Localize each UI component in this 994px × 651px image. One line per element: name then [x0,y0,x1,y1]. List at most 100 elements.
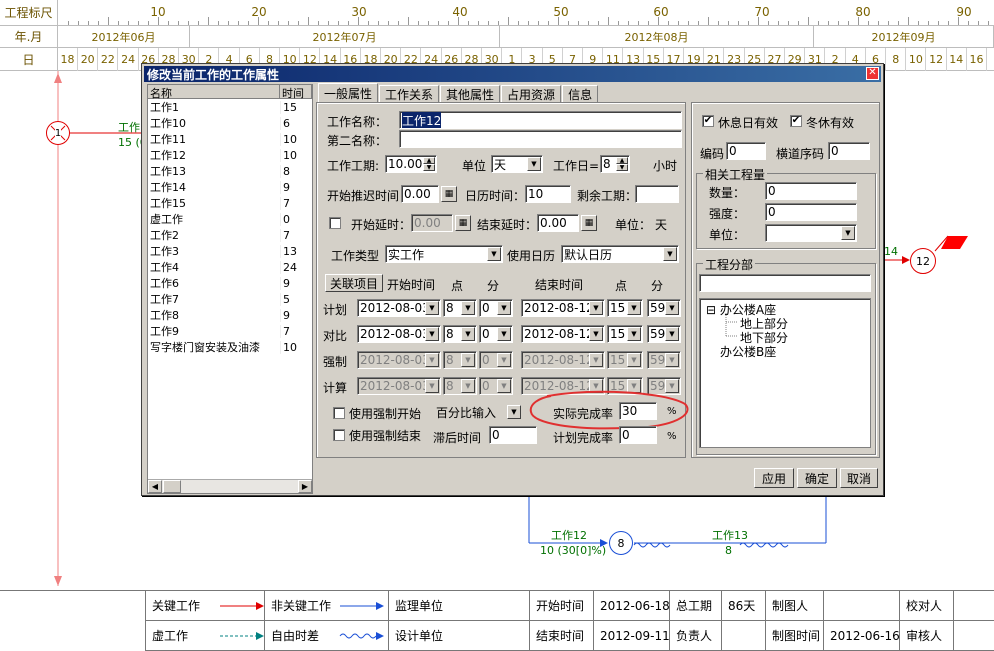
chevron-down-icon[interactable]: ▼ [425,301,439,315]
plan-rate-input[interactable]: 0 [619,426,657,444]
chevron-down-icon[interactable]: ▼ [663,247,677,261]
task-row[interactable]: 工作11 10 [148,131,312,147]
duration-spinner[interactable]: ▲ ▼ [423,157,435,171]
task-row[interactable]: 工作4 24 [148,259,312,275]
dialog-titlebar[interactable]: 修改当前工作的工作属性 ✕ [144,66,881,82]
chevron-down-icon[interactable]: ▼ [507,405,521,419]
end-date-select[interactable]: 2012-08-12 ▼ [521,299,605,317]
chevron-down-icon[interactable]: ▼ [487,247,501,261]
chevron-down-icon[interactable]: ▼ [589,301,603,315]
task-row[interactable]: 工作14 9 [148,179,312,195]
close-button[interactable]: ✕ [866,67,879,80]
qty-input[interactable]: 0 [765,182,857,200]
task-row[interactable]: 写字楼门窗安装及油漆 10 [148,339,312,355]
start-date-select[interactable]: 2012-08-03 ▼ [357,351,441,369]
task-row[interactable]: 工作10 6 [148,115,312,131]
end-date-select[interactable]: 2012-08-12 ▼ [521,325,605,343]
tab-relations[interactable]: 工作关系 [379,85,440,103]
apply-button[interactable]: 应用 [754,468,794,488]
chevron-down-icon[interactable]: ▼ [497,353,511,367]
end-minute-select[interactable]: 59 ▼ [647,351,681,369]
end-minute-select[interactable]: 59 ▼ [647,299,681,317]
start-lag-input[interactable]: 0.00 [411,214,453,232]
calculator-icon[interactable]: ▦ [455,215,471,231]
task-row[interactable]: 工作3 13 [148,243,312,259]
chevron-down-icon[interactable]: ▼ [425,353,439,367]
chevron-down-icon[interactable]: ▼ [627,301,641,315]
forced-end-checkbox[interactable] [333,429,345,441]
end-hour-select[interactable]: 15 ▼ [607,325,643,343]
header-time[interactable]: 时间 [280,85,312,100]
start-minute-select[interactable]: 0 ▼ [479,351,513,369]
header-name[interactable]: 名称 [148,85,280,100]
intensity-input[interactable]: 0 [765,203,857,221]
link-project-button[interactable]: 关联项目 [325,274,383,292]
chevron-down-icon[interactable]: ▼ [497,379,511,393]
start-minute-select[interactable]: 0 ▼ [479,377,513,395]
task-row[interactable]: 虚工作 0 [148,211,312,227]
start-delay-input[interactable]: 0.00 [401,185,439,203]
unit-select[interactable]: 天 ▼ [491,155,543,173]
start-minute-select[interactable]: 0 ▼ [479,325,513,343]
tab-other[interactable]: 其他属性 [440,85,501,103]
chevron-down-icon[interactable]: ▼ [589,327,603,341]
chevron-down-icon[interactable]: ▼ [497,301,511,315]
lag-time-input[interactable]: 0 [489,426,537,444]
winter-valid-checkbox[interactable] [790,115,802,127]
start-date-select[interactable]: 2012-08-03 ▼ [357,299,441,317]
task-row[interactable]: 工作15 7 [148,195,312,211]
start-hour-select[interactable]: 8 ▼ [443,325,477,343]
chevron-down-icon[interactable]: ▼ [461,379,475,393]
calculator-icon[interactable]: ▦ [581,215,597,231]
calculator-icon[interactable]: ▦ [441,186,457,202]
task-row[interactable]: 工作13 8 [148,163,312,179]
chevron-down-icon[interactable]: ▼ [665,353,679,367]
task-list[interactable]: 名称 时间 工作1 15 工作10 6 工作11 10 工作12 10 工作13 8 工作14 9 工作… [147,84,313,494]
qty-unit-select[interactable]: ▼ [765,224,857,242]
chevron-down-icon[interactable]: ▼ [841,226,855,240]
calendar-select[interactable]: 默认日历 ▼ [561,245,679,263]
chevron-down-icon[interactable]: ▼ [461,353,475,367]
start-minute-select[interactable]: 0 ▼ [479,299,513,317]
forced-start-checkbox[interactable] [333,407,345,419]
chevron-down-icon[interactable]: ▼ [665,327,679,341]
code-input[interactable]: 0 [726,142,766,160]
node-8[interactable]: 8 [609,531,633,555]
task-row[interactable]: 工作8 9 [148,307,312,323]
start-date-select[interactable]: 2012-08-03 ▼ [357,325,441,343]
task-row[interactable]: 工作2 7 [148,227,312,243]
holiday-valid-checkbox[interactable] [702,115,714,127]
task-row[interactable]: 工作6 9 [148,275,312,291]
chevron-down-icon[interactable]: ▼ [627,353,641,367]
scroll-left-icon[interactable]: ◀ [148,480,162,493]
work-type-select[interactable]: 实工作 ▼ [385,245,503,263]
remaining-input[interactable] [635,185,679,203]
division-tree[interactable]: ⊟ 办公楼A座 地上部分 地下部分 办公楼B座 [699,298,871,448]
task-row[interactable]: 工作7 5 [148,291,312,307]
chevron-down-icon[interactable]: ▼ [425,379,439,393]
scroll-right-icon[interactable]: ▶ [298,480,312,493]
chevron-down-icon[interactable]: ▼ [461,327,475,341]
chevron-down-icon[interactable]: ▼ [589,353,603,367]
start-lag-checkbox[interactable] [329,217,341,229]
chevron-down-icon[interactable]: ▼ [527,157,541,171]
start-date-select[interactable]: 2012-08-03 ▼ [357,377,441,395]
tab-info[interactable]: 信息 [562,85,599,103]
tab-general[interactable]: 一般属性 [318,83,379,103]
workday-spinner[interactable]: ▲ ▼ [616,157,628,171]
chevron-down-icon[interactable]: ▼ [627,327,641,341]
calendar-time-input[interactable]: 10 [525,185,571,203]
chevron-down-icon[interactable]: ▼ [497,327,511,341]
lane-input[interactable]: 0 [828,142,870,160]
end-hour-select[interactable]: 15 ▼ [607,351,643,369]
end-date-select[interactable]: 2012-08-12 ▼ [521,351,605,369]
end-lag-input[interactable]: 0.00 [537,214,579,232]
start-hour-select[interactable]: 8 ▼ [443,377,477,395]
end-minute-select[interactable]: 59 ▼ [647,325,681,343]
node-12[interactable]: 12 [910,248,936,274]
tab-resources[interactable]: 占用资源 [501,85,562,103]
start-hour-select[interactable]: 8 ▼ [443,299,477,317]
second-name-input[interactable] [399,130,682,148]
ok-button[interactable]: 确定 [797,468,837,488]
task-row[interactable]: 工作12 10 [148,147,312,163]
